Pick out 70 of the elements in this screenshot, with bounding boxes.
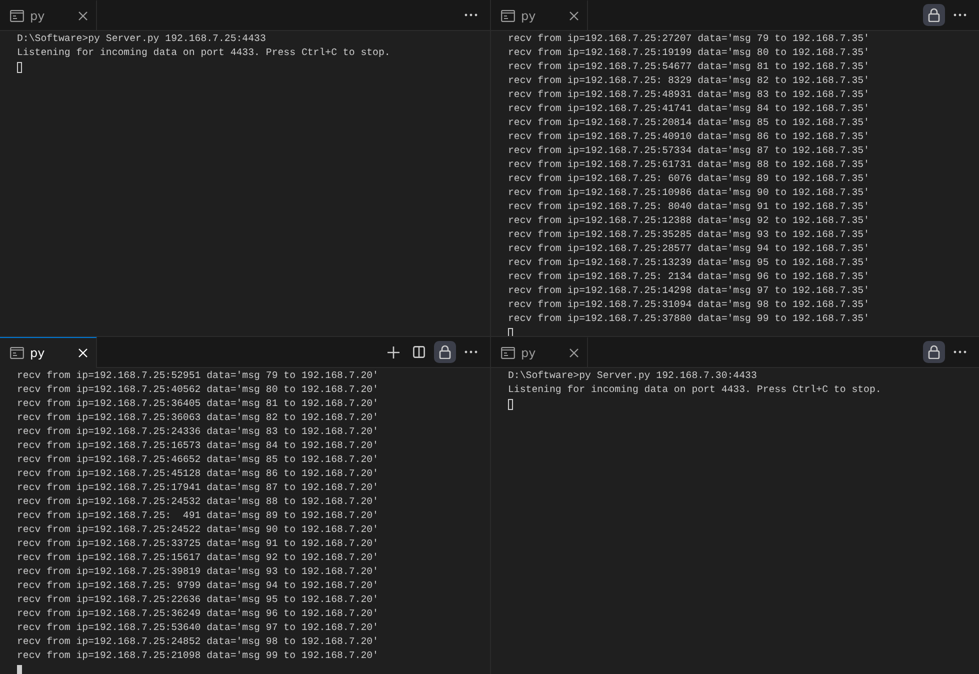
output-line: recv from ip=192.168.7.25:48931 data='msg 83 to 192.168.7.35' <box>508 88 870 102</box>
output-line: recv from ip=192.168.7.25: 491 data='msg 89 to 192.168.7.20' <box>17 509 380 523</box>
output-line: recv from ip=192.168.7.25:16573 data='msg 84 to 192.168.7.20' <box>17 439 380 453</box>
output-line: recv from ip=192.168.7.25:24522 data='msg 90 to 192.168.7.20' <box>17 523 380 537</box>
more-icon <box>464 13 478 17</box>
output-line: recv from ip=192.168.7.25:17941 data='msg 87 to 192.168.7.20' <box>17 481 380 495</box>
lock-icon <box>928 345 940 359</box>
output-line: recv from ip=192.168.7.25:53640 data='msg 97 to 192.168.7.20' <box>17 621 380 635</box>
tab-label: py <box>30 346 45 360</box>
output-line: recv from ip=192.168.7.25:57334 data='msg 87 to 192.168.7.35' <box>508 144 870 158</box>
output-line: recv from ip=192.168.7.25:33725 data='msg 91 to 192.168.7.20' <box>17 537 380 551</box>
output-line: recv from ip=192.168.7.25:52951 data='msg 79 to 192.168.7.20' <box>17 369 380 383</box>
output-line: recv from ip=192.168.7.25:14298 data='msg 97 to 192.168.7.35' <box>508 284 870 298</box>
terminal-icon <box>501 346 515 358</box>
more-icon <box>464 350 478 354</box>
output-line: recv from ip=192.168.7.25: 9799 data='msg 94 to 192.168.7.20' <box>17 579 380 593</box>
lock-button[interactable] <box>434 341 456 363</box>
output-line: recv from ip=192.168.7.25:46652 data='msg 85 to 192.168.7.20' <box>17 453 380 467</box>
output-line: recv from ip=192.168.7.25: 2134 data='msg 96 to 192.168.7.35' <box>508 270 870 284</box>
output-line: recv from ip=192.168.7.25:28577 data='msg 94 to 192.168.7.35' <box>508 242 870 256</box>
output-line: D:\Software>py Server.py 192.168.7.25:4433 <box>17 32 267 46</box>
output-line: recv from ip=192.168.7.25:36063 data='msg 82 to 192.168.7.20' <box>17 411 380 425</box>
output-line: recv from ip=192.168.7.25:45128 data='msg 86 to 192.168.7.20' <box>17 467 380 481</box>
output-line: recv from ip=192.168.7.25:12388 data='msg 92 to 192.168.7.35' <box>508 214 870 228</box>
plus-icon <box>386 346 400 358</box>
output-line: recv from ip=192.168.7.25:31094 data='msg 98 to 192.168.7.35' <box>508 298 870 312</box>
terminal-icon <box>10 10 24 22</box>
lock-button[interactable] <box>923 4 945 26</box>
terminal-icon <box>10 347 24 359</box>
terminal-tab[interactable]: py <box>0 337 97 368</box>
output-line: recv from ip=192.168.7.25:54677 data='msg 81 to 192.168.7.35' <box>508 60 870 74</box>
output-line: recv from ip=192.168.7.25:24852 data='msg 98 to 192.168.7.20' <box>17 635 380 649</box>
output-line: recv from ip=192.168.7.25: 6076 data='msg 89 to 192.168.7.35' <box>508 172 870 186</box>
output-line: recv from ip=192.168.7.25:24532 data='msg 88 to 192.168.7.20' <box>17 495 380 509</box>
output-line: recv from ip=192.168.7.25: 8040 data='msg 91 to 192.168.7.35' <box>508 200 870 214</box>
output-line: D:\Software>py Server.py 192.168.7.30:4433 <box>508 369 758 383</box>
output-line: recv from ip=192.168.7.25:39819 data='msg 93 to 192.168.7.20' <box>17 565 380 579</box>
output-line: Listening for incoming data on port 4433. Press Ctrl+C to stop. <box>508 383 882 397</box>
tab-label: py <box>521 346 536 360</box>
output-line: recv from ip=192.168.7.25:36249 data='msg 96 to 192.168.7.20' <box>17 607 380 621</box>
output-line: recv from ip=192.168.7.25:40562 data='msg 80 to 192.168.7.20' <box>17 383 380 397</box>
close-icon[interactable] <box>78 10 88 20</box>
output-line: Listening for incoming data on port 4433. Press Ctrl+C to stop. <box>17 46 392 60</box>
output-line: recv from ip=192.168.7.25:10986 data='msg 90 to 192.168.7.35' <box>508 186 870 200</box>
output-line: recv from ip=192.168.7.25:20814 data='msg 85 to 192.168.7.35' <box>508 116 870 130</box>
output-line: recv from ip=192.168.7.25:61731 data='msg 88 to 192.168.7.35' <box>508 158 870 172</box>
output-line: recv from ip=192.168.7.25:35285 data='msg 93 to 192.168.7.35' <box>508 228 870 242</box>
output-line: recv from ip=192.168.7.25:19199 data='msg 80 to 192.168.7.35' <box>508 46 870 60</box>
close-icon[interactable] <box>569 10 579 20</box>
output-line: recv from ip=192.168.7.25:37880 data='msg 99 to 192.168.7.35' <box>508 312 870 326</box>
lock-icon <box>439 345 451 359</box>
more-icon <box>953 350 967 354</box>
close-icon[interactable] <box>569 348 579 358</box>
tab-label: py <box>521 8 536 22</box>
output-line: recv from ip=192.168.7.25:22636 data='msg 95 to 192.168.7.20' <box>17 593 380 607</box>
output-line: recv from ip=192.168.7.25:15617 data='msg 92 to 192.168.7.20' <box>17 551 380 565</box>
more-icon <box>953 13 967 17</box>
output-line: recv from ip=192.168.7.25:13239 data='msg 95 to 192.168.7.35' <box>508 256 870 270</box>
tab-label: py <box>30 8 45 22</box>
terminal-icon <box>501 10 515 22</box>
output-line: recv from ip=192.168.7.25:41741 data='msg 84 to 192.168.7.35' <box>508 102 870 116</box>
output-line: recv from ip=192.168.7.25:40910 data='msg 86 to 192.168.7.35' <box>508 130 870 144</box>
output-line: recv from ip=192.168.7.25: 8329 data='msg 82 to 192.168.7.35' <box>508 74 870 88</box>
lock-button[interactable] <box>923 341 945 363</box>
output-line: recv from ip=192.168.7.25:36405 data='msg 81 to 192.168.7.20' <box>17 397 380 411</box>
split-icon <box>413 346 425 358</box>
lock-icon <box>928 8 940 22</box>
output-line: recv from ip=192.168.7.25:24336 data='msg 83 to 192.168.7.20' <box>17 425 380 439</box>
output-line: recv from ip=192.168.7.25:27207 data='msg 79 to 192.168.7.35' <box>508 32 870 46</box>
output-line: recv from ip=192.168.7.25:21098 data='msg 99 to 192.168.7.20' <box>17 649 380 663</box>
